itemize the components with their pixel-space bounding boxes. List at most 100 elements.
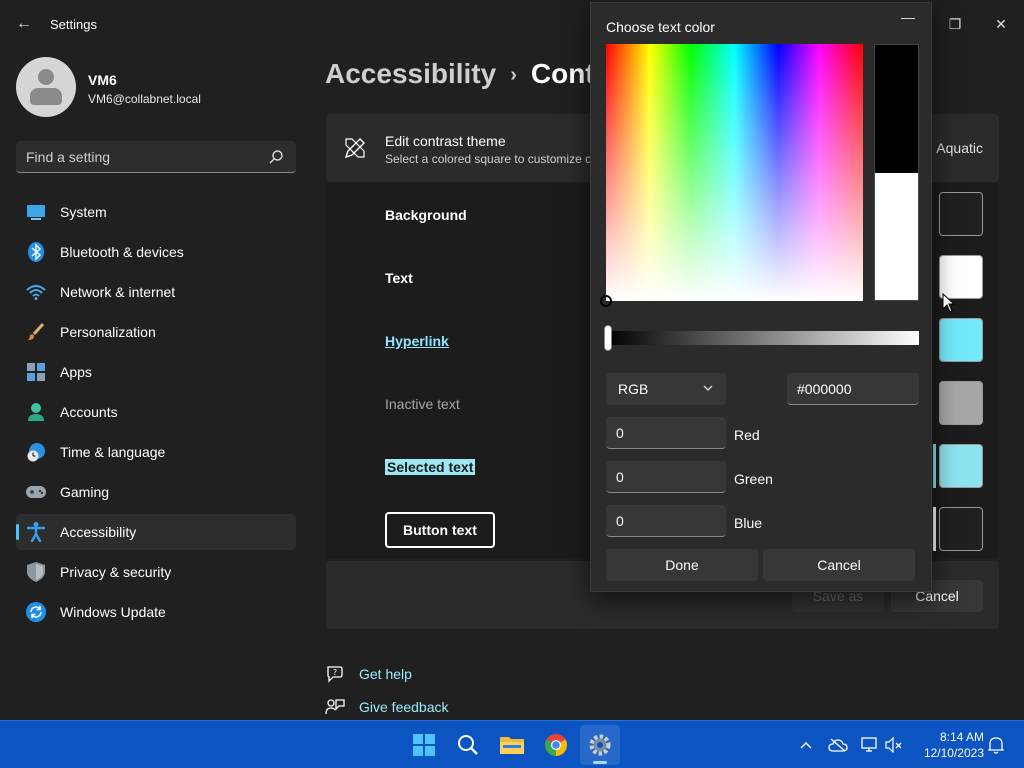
sidebar-item-label: System <box>60 204 107 220</box>
start-icon <box>413 734 435 756</box>
sidebar-item-system[interactable]: System <box>16 194 296 230</box>
background-swatch[interactable] <box>939 192 983 236</box>
shield-icon <box>26 562 46 582</box>
show-hidden-icons-button[interactable] <box>796 735 816 755</box>
search-icon[interactable] <box>268 149 284 165</box>
breadcrumb-parent[interactable]: Accessibility <box>325 58 496 89</box>
feedback-icon <box>325 699 345 715</box>
apps-icon <box>26 362 46 382</box>
bell-icon <box>988 737 1004 754</box>
done-button[interactable]: Done <box>606 549 758 581</box>
user-email: VM6@collabnet.local <box>88 92 201 106</box>
get-help-label[interactable]: Get help <box>359 666 412 682</box>
clock-time: 8:14 AM <box>939 730 984 744</box>
button-text-swatch[interactable] <box>939 507 983 551</box>
chevron-down-icon <box>703 385 713 391</box>
sidebar-item-label: Windows Update <box>60 604 166 620</box>
chrome-button[interactable] <box>536 725 576 765</box>
pen-ruler-icon <box>344 138 365 159</box>
app-title: Settings <box>50 17 97 32</box>
spectrum-handle[interactable] <box>600 295 612 307</box>
button-text-label: Button text <box>385 512 495 548</box>
get-help-link[interactable]: ? Get help <box>325 664 412 684</box>
inactive-text-swatch[interactable] <box>939 381 983 425</box>
value-slider[interactable] <box>604 325 919 351</box>
card-subtitle: Select a colored square to customize c <box>385 152 592 166</box>
button-background-swatch[interactable] <box>933 507 936 551</box>
taskbar: 8:14 AM 12/10/2023 <box>0 720 1024 768</box>
give-feedback-link[interactable]: Give feedback <box>325 697 449 717</box>
sidebar-item-accessibility[interactable]: Accessibility <box>16 514 296 550</box>
hyperlink-swatch[interactable] <box>939 318 983 362</box>
onedrive-tray-button[interactable] <box>828 735 848 755</box>
taskbar-search-button[interactable] <box>448 725 488 765</box>
sidebar-item-label: Accounts <box>60 404 118 420</box>
blue-input[interactable]: 0 <box>606 505 726 537</box>
close-button[interactable]: ✕ <box>978 0 1024 48</box>
avatar-head <box>38 69 54 85</box>
sidebar-item-label: Bluetooth & devices <box>60 244 184 260</box>
color-mode-select[interactable]: RGB <box>606 373 726 405</box>
green-input[interactable]: 0 <box>606 461 726 493</box>
sidebar-item-network[interactable]: Network & internet <box>16 274 296 310</box>
brush-icon <box>26 322 46 342</box>
sidebar-item-label: Personalization <box>60 324 156 340</box>
sidebar-item-label: Accessibility <box>60 524 137 540</box>
volume-muted-icon <box>885 737 902 753</box>
selected-text-swatch[interactable] <box>939 444 983 488</box>
sidebar-item-label: Time & language <box>60 444 166 460</box>
breadcrumb: Accessibility › Contr <box>325 58 606 90</box>
back-button[interactable]: ← <box>12 12 36 36</box>
accessibility-icon <box>26 522 46 542</box>
color-preview <box>874 44 919 301</box>
selected-text-background-swatch[interactable] <box>933 444 936 488</box>
selected-text-label: Selected text <box>385 459 476 475</box>
taskbar-clock[interactable]: 8:14 AM 12/10/2023 <box>914 729 984 761</box>
red-input[interactable]: 0 <box>606 417 726 449</box>
hex-input[interactable]: #000000 <box>787 373 919 405</box>
sidebar-item-privacy-security[interactable]: Privacy & security <box>16 554 296 590</box>
dialog-minimize-button[interactable]: — <box>895 7 921 27</box>
network-icon <box>26 282 46 302</box>
cloud-offline-icon <box>828 738 848 752</box>
system-icon <box>26 202 46 222</box>
color-spectrum[interactable] <box>600 44 863 307</box>
sidebar-item-apps[interactable]: Apps <box>16 354 296 390</box>
dialog-cancel-button[interactable]: Cancel <box>763 549 915 581</box>
red-label: Red <box>734 427 760 443</box>
sidebar-item-windows-update[interactable]: Windows Update <box>16 594 296 630</box>
sidebar-item-time-language[interactable]: Time & language <box>16 434 296 470</box>
give-feedback-label[interactable]: Give feedback <box>359 699 449 715</box>
help-chat-icon: ? <box>327 666 343 683</box>
search-input[interactable] <box>26 147 266 167</box>
breadcrumb-separator: › <box>510 64 517 87</box>
sidebar-item-accounts[interactable]: Accounts <box>16 394 296 430</box>
sidebar-nav: System Bluetooth & devices Network & int… <box>16 194 296 634</box>
file-explorer-icon <box>500 737 524 754</box>
volume-tray-button[interactable] <box>884 735 904 755</box>
update-icon <box>26 602 46 622</box>
file-explorer-button[interactable] <box>492 725 532 765</box>
maximize-button[interactable]: ❐ <box>932 0 978 48</box>
avatar[interactable] <box>16 57 76 117</box>
inactive-text-label: Inactive text <box>385 396 460 412</box>
card-title: Edit contrast theme <box>385 133 506 149</box>
settings-search[interactable] <box>16 141 296 173</box>
notifications-button[interactable] <box>986 735 1006 755</box>
sidebar-item-bluetooth[interactable]: Bluetooth & devices <box>16 234 296 270</box>
start-button[interactable] <box>404 725 444 765</box>
sidebar-item-personalization[interactable]: Personalization <box>16 314 296 350</box>
value-slider-thumb[interactable] <box>604 325 612 351</box>
color-mode-value: RGB <box>618 381 649 397</box>
settings-taskbar-button[interactable] <box>580 725 620 765</box>
chrome-icon <box>545 734 567 756</box>
gamepad-icon <box>26 482 46 502</box>
sidebar-item-label: Gaming <box>60 484 110 500</box>
sidebar-item-gaming[interactable]: Gaming <box>16 474 296 510</box>
bluetooth-icon <box>26 242 46 262</box>
clock-globe-icon <box>26 442 46 462</box>
avatar-body <box>30 88 62 105</box>
network-tray-button[interactable] <box>860 735 880 755</box>
green-label: Green <box>734 471 773 487</box>
user-name: VM6 <box>88 72 117 88</box>
